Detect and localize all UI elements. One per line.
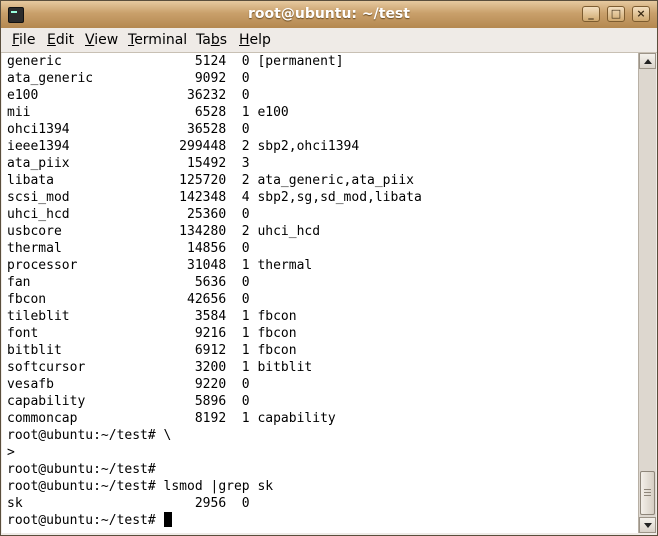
terminal-line: vesafb 9220 0 bbox=[7, 377, 250, 392]
terminal-line: root@ubuntu:~/test# bbox=[7, 462, 156, 477]
menu-view-mnemonic: V bbox=[85, 32, 95, 48]
terminal-line: e100 36232 0 bbox=[7, 88, 250, 103]
menu-edit[interactable]: Edit bbox=[47, 32, 74, 48]
menu-tabs-label-start: Ta bbox=[196, 32, 211, 48]
scroll-up-button[interactable] bbox=[639, 53, 656, 69]
menu-tabs-label-end: s bbox=[219, 32, 228, 48]
grip-line bbox=[644, 489, 651, 490]
terminal-line: capability 5896 0 bbox=[7, 394, 250, 409]
terminal-line: ieee1394 299448 2 sbp2,ohci1394 bbox=[7, 139, 360, 154]
vertical-scrollbar[interactable] bbox=[638, 53, 656, 533]
menu-tabs-mnemonic: b bbox=[210, 32, 220, 48]
terminal-area[interactable]: generic 5124 0 [permanent] ata_generic 9… bbox=[2, 53, 638, 533]
menu-view-label: iew bbox=[94, 32, 119, 48]
menu-edit-label: dit bbox=[55, 32, 75, 48]
terminal-line: root@ubuntu:~/test# lsmod |grep sk bbox=[7, 479, 274, 494]
terminal-line: ata_generic 9092 0 bbox=[7, 71, 250, 86]
terminal-line: ata_piix 15492 3 bbox=[7, 156, 250, 171]
terminal-line: sk 2956 0 bbox=[7, 496, 250, 511]
terminal-prompt: root@ubuntu:~/test# bbox=[7, 513, 164, 528]
maximize-button[interactable]: □ bbox=[607, 6, 625, 22]
terminal-line: fan 5636 0 bbox=[7, 275, 250, 290]
menu-terminal[interactable]: Terminal bbox=[128, 32, 187, 48]
close-icon: × bbox=[636, 7, 646, 20]
menu-help-mnemonic: H bbox=[239, 32, 250, 48]
menu-view[interactable]: View bbox=[85, 32, 118, 48]
grip-line bbox=[644, 495, 651, 496]
menu-tabs[interactable]: Tabs bbox=[196, 32, 227, 48]
terminal-line: softcursor 3200 1 bitblit bbox=[7, 360, 313, 375]
menu-help-label: elp bbox=[249, 32, 271, 48]
terminal-line: font 9216 1 fbcon bbox=[7, 326, 297, 341]
menu-edit-mnemonic: E bbox=[47, 32, 56, 48]
minimize-button[interactable]: _ bbox=[582, 6, 600, 22]
menu-file[interactable]: File bbox=[12, 32, 35, 48]
title-bar[interactable]: root@ubuntu: ~/test _ □ × bbox=[1, 1, 657, 29]
arrow-up-icon bbox=[644, 59, 652, 64]
terminal-line: processor 31048 1 thermal bbox=[7, 258, 313, 273]
menu-terminal-label: erminal bbox=[134, 32, 188, 48]
menu-bar: File Edit View Terminal Tabs Help bbox=[1, 28, 657, 53]
menu-file-mnemonic: F bbox=[12, 32, 20, 48]
terminal-line: libata 125720 2 ata_generic,ata_piix bbox=[7, 173, 414, 188]
terminal-line: root@ubuntu:~/test# \ bbox=[7, 428, 172, 443]
menu-file-label: ile bbox=[19, 32, 36, 48]
terminal-line: tileblit 3584 1 fbcon bbox=[7, 309, 297, 324]
window-title: root@ubuntu: ~/test bbox=[248, 6, 410, 22]
terminal-line: fbcon 42656 0 bbox=[7, 292, 250, 307]
terminal-line: generic 5124 0 [permanent] bbox=[7, 54, 344, 69]
terminal-line: > bbox=[7, 445, 15, 460]
arrow-down-icon bbox=[644, 523, 652, 528]
terminal-output: generic 5124 0 [permanent] ata_generic 9… bbox=[7, 53, 422, 529]
text-cursor bbox=[163, 512, 172, 527]
minimize-icon: _ bbox=[588, 7, 594, 20]
terminal-line: scsi_mod 142348 4 sbp2,sg,sd_mod,libata bbox=[7, 190, 422, 205]
maximize-icon: □ bbox=[610, 7, 622, 20]
terminal-line: bitblit 6912 1 fbcon bbox=[7, 343, 297, 358]
terminal-line: commoncap 8192 1 capability bbox=[7, 411, 336, 426]
terminal-line: thermal 14856 0 bbox=[7, 241, 250, 256]
scroll-down-button[interactable] bbox=[639, 517, 656, 533]
terminal-line: usbcore 134280 2 uhci_hcd bbox=[7, 224, 321, 239]
grip-line bbox=[644, 492, 651, 493]
terminal-line: mii 6528 1 e100 bbox=[7, 105, 289, 120]
terminal-window: root@ubuntu: ~/test _ □ × File Edit View… bbox=[0, 0, 658, 536]
scrollbar-thumb[interactable] bbox=[640, 471, 655, 515]
menu-help[interactable]: Help bbox=[239, 32, 271, 48]
terminal-line: ohci1394 36528 0 bbox=[7, 122, 250, 137]
close-button[interactable]: × bbox=[632, 6, 650, 22]
terminal-line: uhci_hcd 25360 0 bbox=[7, 207, 250, 222]
